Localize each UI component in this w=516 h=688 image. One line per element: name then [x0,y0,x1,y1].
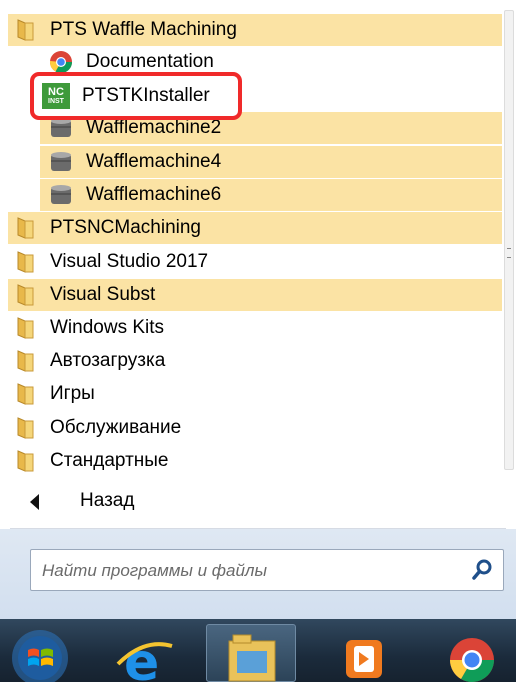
menu-item-ptstkinstaller[interactable]: NC INST PTSTKInstaller [42,79,210,113]
database-icon [48,149,74,175]
svg-text:e: e [124,633,159,682]
menu-item-wafflemachine4[interactable]: Wafflemachine4 [40,146,502,178]
start-orb-icon[interactable] [6,624,74,686]
internet-explorer-icon[interactable]: e [110,624,178,688]
menu-item-label: Игры [50,383,95,404]
scrollbar-thumb[interactable] [504,10,514,470]
inst-icon-text: INST [48,97,64,105]
folder-visual-studio-2017[interactable]: Visual Studio 2017 [8,246,502,278]
folder-icon [16,283,36,307]
folder-autostart[interactable]: Автозагрузка [8,345,502,377]
menu-item-label: Visual Subst [50,284,156,305]
folder-accessories[interactable]: Стандартные [8,445,502,477]
nc-installer-icon: NC INST [42,83,70,109]
folder-icon [16,382,36,406]
folder-icon [16,449,36,473]
all-programs-list: PTS Waffle Machining Documentation Waffl… [0,0,516,480]
search-icon[interactable] [470,556,496,584]
folder-icon [16,250,36,274]
menu-item-label: Обслуживание [50,417,182,438]
folder-ptsncmachining[interactable]: PTSNCMachining [8,212,502,244]
search-input[interactable] [40,556,464,586]
back-arrow-icon [30,494,39,510]
folder-icon [16,216,36,240]
menu-item-label: Wafflemachine4 [86,151,222,172]
folder-maintenance[interactable]: Обслуживание [8,412,502,444]
media-player-icon[interactable] [332,624,400,682]
menu-item-wafflemachine6[interactable]: Wafflemachine6 [40,179,502,211]
menu-item-label: Wafflemachine6 [86,184,222,205]
folder-icon [16,316,36,340]
back-button[interactable] [0,484,516,524]
menu-item-label: PTSTKInstaller [82,85,210,106]
back-label: Назад [80,490,135,511]
folder-icon [16,349,36,373]
folder-visual-subst[interactable]: Visual Subst [8,279,502,311]
menu-item-label: Visual Studio 2017 [50,251,209,272]
folder-icon [16,416,36,440]
file-explorer-icon[interactable] [206,624,296,682]
menu-item-label: Стандартные [50,450,169,471]
folder-windows-kits[interactable]: Windows Kits [8,312,502,344]
database-icon [48,182,74,208]
scrollbar-grip-icon [507,248,511,258]
menu-item-label: Windows Kits [50,317,165,338]
chrome-icon[interactable] [436,624,504,682]
menu-item-label: PTS Waffle Machining [50,19,237,40]
folder-pts-waffle-machining[interactable]: PTS Waffle Machining [8,14,502,46]
folder-games[interactable]: Игры [8,378,502,410]
menu-item-label: PTSNCMachining [50,217,201,238]
nc-icon-text: NC [48,85,64,98]
menu-item-label: Автозагрузка [50,350,166,371]
folder-icon [16,18,36,42]
